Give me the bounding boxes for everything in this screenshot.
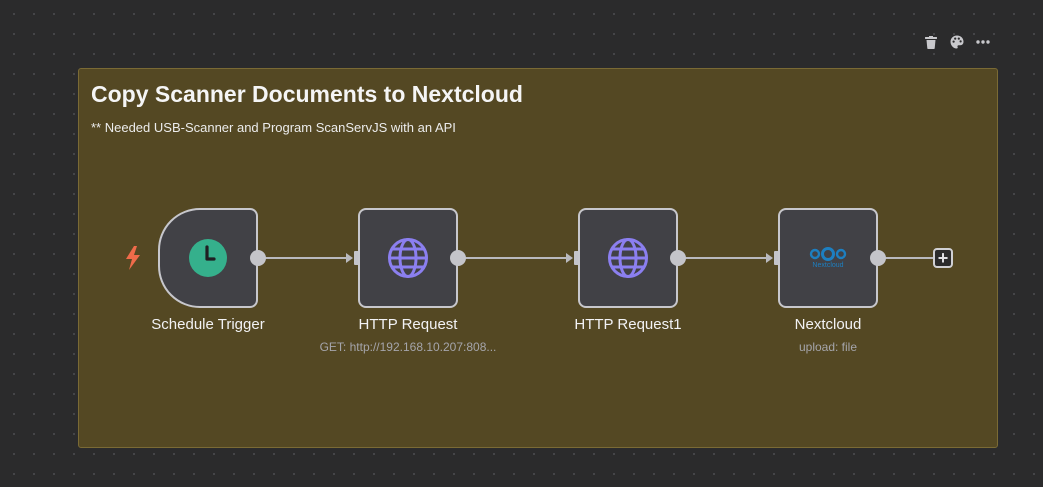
sticky-note-content: ** Needed USB-Scanner and Program ScanSe… (91, 120, 456, 135)
sticky-note-title: Copy Scanner Documents to Nextcloud (91, 81, 523, 107)
output-handle[interactable] (670, 250, 686, 266)
lightning-icon (126, 246, 140, 270)
node-label: HTTP Request (358, 316, 458, 333)
plus-icon: + (937, 248, 949, 268)
node-label: Schedule Trigger (151, 316, 265, 333)
globe-icon (388, 238, 428, 278)
change-color-button[interactable] (948, 32, 966, 52)
node-label: HTTP Request1 (574, 316, 682, 333)
node-label: Nextcloud (794, 316, 862, 333)
more-options-button[interactable] (974, 32, 992, 52)
node-subtitle: upload: file (798, 340, 858, 354)
trash-icon (925, 35, 937, 49)
palette-icon (950, 35, 964, 49)
more-horizontal-icon (976, 40, 990, 44)
node-subtitle: GET: http://192.168.10.207:808... (319, 340, 497, 354)
delete-button[interactable] (922, 32, 940, 52)
node-http-request1[interactable] (578, 208, 678, 308)
node-http-request[interactable] (358, 208, 458, 308)
node-nextcloud[interactable]: Nextcloud (778, 208, 878, 308)
add-node-button[interactable]: + (933, 248, 953, 268)
globe-icon (608, 238, 648, 278)
output-handle[interactable] (870, 250, 886, 266)
output-handle[interactable] (250, 250, 266, 266)
nextcloud-logo: Nextcloud (809, 247, 847, 269)
output-handle[interactable] (450, 250, 466, 266)
node-schedule-trigger[interactable] (158, 208, 258, 308)
nextcloud-icon (809, 247, 847, 261)
sticky-toolbar (922, 32, 992, 52)
nextcloud-logo-text: Nextcloud (812, 262, 844, 269)
clock-icon (189, 239, 227, 277)
